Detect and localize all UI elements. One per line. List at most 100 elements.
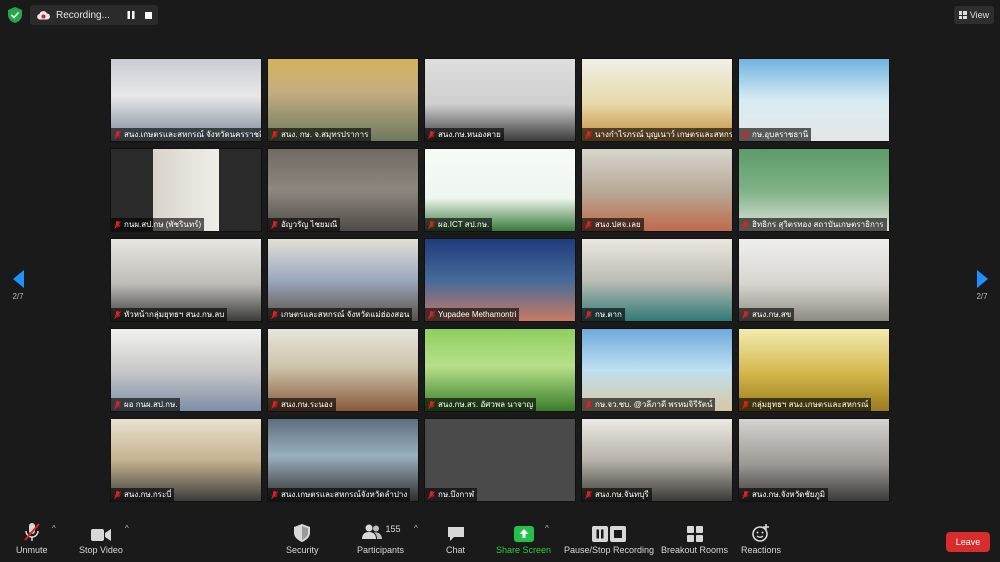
- participant-tile[interactable]: สนง.กษ.สข: [738, 238, 890, 322]
- share-screen-icon: [513, 520, 534, 542]
- participant-tile[interactable]: เกษตรและสหกรณ์ จังหวัดแม่ฮ่องสอน: [267, 238, 419, 322]
- participants-button[interactable]: 155 Participants: [357, 520, 404, 555]
- participant-name: ผอ.ICT สป.กษ.: [438, 220, 490, 229]
- participant-tile[interactable]: หัวหน้ากลุ่มยุทธฯ สนง.กษ.ลบ: [110, 238, 262, 322]
- pause-recording-icon[interactable]: [127, 11, 135, 19]
- page-indicator-right: 2/7: [976, 292, 988, 301]
- encryption-shield-icon[interactable]: [8, 7, 22, 23]
- participant-tile[interactable]: อัญวรัญ ไชยมณี: [267, 148, 419, 232]
- meeting-toolbar: Unmute ^ Stop Video ^ Security 155 Parti…: [0, 516, 1000, 562]
- participant-tile[interactable]: สนง.กษ.ระนอง: [267, 328, 419, 412]
- participant-name-bar: กนผ.สป.กษ (พัชรินทร์): [111, 218, 205, 231]
- participant-tile[interactable]: สนง.กษ.หนองคาย: [424, 58, 576, 142]
- participant-name: อัญวรัญ ไชยมณี: [281, 220, 338, 229]
- participant-name-bar: หัวหน้ากลุ่มยุทธฯ สนง.กษ.ลบ: [111, 308, 228, 321]
- microphone-muted-icon: [271, 130, 278, 139]
- participant-name: สนง.กษ.กระบี่: [124, 490, 172, 499]
- reactions-button[interactable]: Reactions: [741, 520, 781, 555]
- participant-name-bar: กษ.จว.ชบ. @วลีภาดี พรหมจิรีรัตน์: [582, 398, 716, 411]
- participant-name-bar: สนง.กษ.หนองคาย: [425, 128, 504, 141]
- share-options-caret-icon[interactable]: ^: [545, 524, 549, 533]
- participant-tile[interactable]: กษ.อุบลราชธานี: [738, 58, 890, 142]
- previous-page-button[interactable]: 2/7: [8, 270, 28, 301]
- participant-name: กลุ่มยุทธฯ สนง.เกษตรและสหกรณ์: [752, 400, 869, 409]
- video-options-caret-icon[interactable]: ^: [125, 524, 129, 533]
- microphone-muted-icon: [585, 490, 592, 499]
- participant-name: Yupadee Methamontri: [438, 310, 517, 319]
- next-page-button[interactable]: 2/7: [972, 270, 992, 301]
- participant-name: นางกำไรภรณ์ บุญเนาว์ เกษตรและสหกรณ์: [595, 130, 732, 139]
- recording-label: Recording...: [56, 9, 110, 21]
- participant-name-bar: กลุ่มยุทธฯ สนง.เกษตรและสหกรณ์: [739, 398, 872, 411]
- participant-name-bar: สนง.กษ.สร. อัศวพล นาจาญ: [425, 398, 537, 411]
- participant-tile[interactable]: สนง.กษ.จังหวัดชัยภูมิ: [738, 418, 890, 502]
- participant-tile[interactable]: กษ.จว.ชบ. @วลีภาดี พรหมจิรีรัตน์: [581, 328, 733, 412]
- stop-recording-icon[interactable]: [145, 11, 152, 19]
- stop-video-button[interactable]: Stop Video: [79, 520, 123, 555]
- share-screen-button[interactable]: Share Screen: [496, 520, 551, 555]
- microphone-muted-icon: [271, 220, 278, 229]
- participant-tile[interactable]: สนง.กษ.กระบี่: [110, 418, 262, 502]
- participant-tile[interactable]: นางกำไรภรณ์ บุญเนาว์ เกษตรและสหกรณ์: [581, 58, 733, 142]
- participant-name-bar: สนง.กษ.จันทบุรี: [582, 488, 652, 501]
- participant-name: ผอ กนผ.สป.กษ.: [124, 400, 178, 409]
- microphone-muted-icon: [114, 400, 121, 409]
- microphone-muted-icon: [271, 490, 278, 499]
- participant-name: สนง.เกษตรและสหกรณ์จังหวัดลำปาง: [281, 490, 408, 499]
- chat-button[interactable]: Chat: [446, 520, 465, 555]
- participant-tile[interactable]: Yupadee Methamontri: [424, 238, 576, 322]
- microphone-muted-icon: [742, 310, 749, 319]
- video-camera-icon: [90, 520, 111, 542]
- pause-stop-recording-button[interactable]: Pause/Stop Recording: [564, 520, 654, 555]
- microphone-muted-icon: [114, 130, 121, 139]
- participant-name-bar: ผอ กนผ.สป.กษ.: [111, 398, 181, 411]
- participant-tile[interactable]: กนผ.สป.กษ (พัชรินทร์): [110, 148, 262, 232]
- participant-name: สนง. กษ. จ.สมุทรปราการ: [281, 130, 369, 139]
- participant-name: สนง.กษ.จันทบุรี: [595, 490, 649, 499]
- view-button[interactable]: View: [954, 6, 994, 24]
- microphone-muted-icon: [428, 490, 435, 499]
- participant-name: เกษตรและสหกรณ์ จังหวัดแม่ฮ่องสอน: [281, 310, 410, 319]
- participant-tile[interactable]: สนง.เกษตรและสหกรณ์จังหวัดลำปาง: [267, 418, 419, 502]
- participant-name: สนง.เกษตรและสหกรณ์ จังหวัดนครราชสีมา: [124, 130, 261, 139]
- participants-options-caret-icon[interactable]: ^: [414, 524, 418, 533]
- participant-name-bar: กษ.อุบลราชธานี: [739, 128, 812, 141]
- participant-name-bar: Yupadee Methamontri: [425, 308, 520, 321]
- participant-name: สนง.กษ.จังหวัดชัยภูมิ: [752, 490, 826, 499]
- gallery-grid: สนง.เกษตรและสหกรณ์ จังหวัดนครราชสีมาสนง.…: [110, 58, 890, 502]
- leave-button[interactable]: Leave: [946, 532, 990, 552]
- participant-tile[interactable]: ฮิทธิกร สุวิตรทอง สถาบันเกษตราธิการ: [738, 148, 890, 232]
- participant-tile[interactable]: ผอ.ICT สป.กษ.: [424, 148, 576, 232]
- participant-name-bar: อัญวรัญ ไชยมณี: [268, 218, 341, 231]
- participant-tile[interactable]: กลุ่มยุทธฯ สนง.เกษตรและสหกรณ์: [738, 328, 890, 412]
- participant-tile[interactable]: สนง. กษ. จ.สมุทรปราการ: [267, 58, 419, 142]
- participant-name-bar: สนง.กษ.จังหวัดชัยภูมิ: [739, 488, 829, 501]
- breakout-rooms-button[interactable]: Breakout Rooms: [661, 520, 728, 555]
- smiley-plus-icon: [752, 520, 770, 542]
- participant-tile[interactable]: กษ.บึงกาฬ: [424, 418, 576, 502]
- participant-name-bar: สนง.กษ.สข: [739, 308, 795, 321]
- microphone-muted-icon: [585, 130, 592, 139]
- participant-name: กษ.อุบลราชธานี: [752, 130, 809, 139]
- unmute-button[interactable]: Unmute: [16, 520, 48, 555]
- breakout-rooms-label: Breakout Rooms: [661, 545, 729, 555]
- security-button[interactable]: Security: [286, 520, 319, 555]
- participant-tile[interactable]: ผอ กนผ.สป.กษ.: [110, 328, 262, 412]
- microphone-muted-icon: [742, 400, 749, 409]
- participants-icon-group: 155: [361, 520, 401, 542]
- participant-name-bar: กษ.บึงกาฬ: [425, 488, 478, 501]
- participant-name-bar: สนง.กษ.ระนอง: [268, 398, 336, 411]
- recording-indicator[interactable]: Recording...: [30, 5, 158, 25]
- participant-tile[interactable]: สนง.เกษตรและสหกรณ์ จังหวัดนครราชสีมา: [110, 58, 262, 142]
- participant-tile[interactable]: กษ.ตาก: [581, 238, 733, 322]
- microphone-muted-icon: [585, 400, 592, 409]
- page-indicator-left: 2/7: [12, 292, 24, 301]
- participant-tile[interactable]: สนง.ปสจ.เลย: [581, 148, 733, 232]
- audio-options-caret-icon[interactable]: ^: [52, 524, 56, 533]
- breakout-rooms-icon: [686, 520, 703, 542]
- participant-tile[interactable]: สนง.กษ.สร. อัศวพล นาจาญ: [424, 328, 576, 412]
- participant-name-bar: สนง.เกษตรและสหกรณ์จังหวัดลำปาง: [268, 488, 411, 501]
- participant-name: สนง.กษ.หนองคาย: [438, 130, 501, 139]
- participant-name: กษ.จว.ชบ. @วลีภาดี พรหมจิรีรัตน์: [595, 400, 713, 409]
- participant-tile[interactable]: สนง.กษ.จันทบุรี: [581, 418, 733, 502]
